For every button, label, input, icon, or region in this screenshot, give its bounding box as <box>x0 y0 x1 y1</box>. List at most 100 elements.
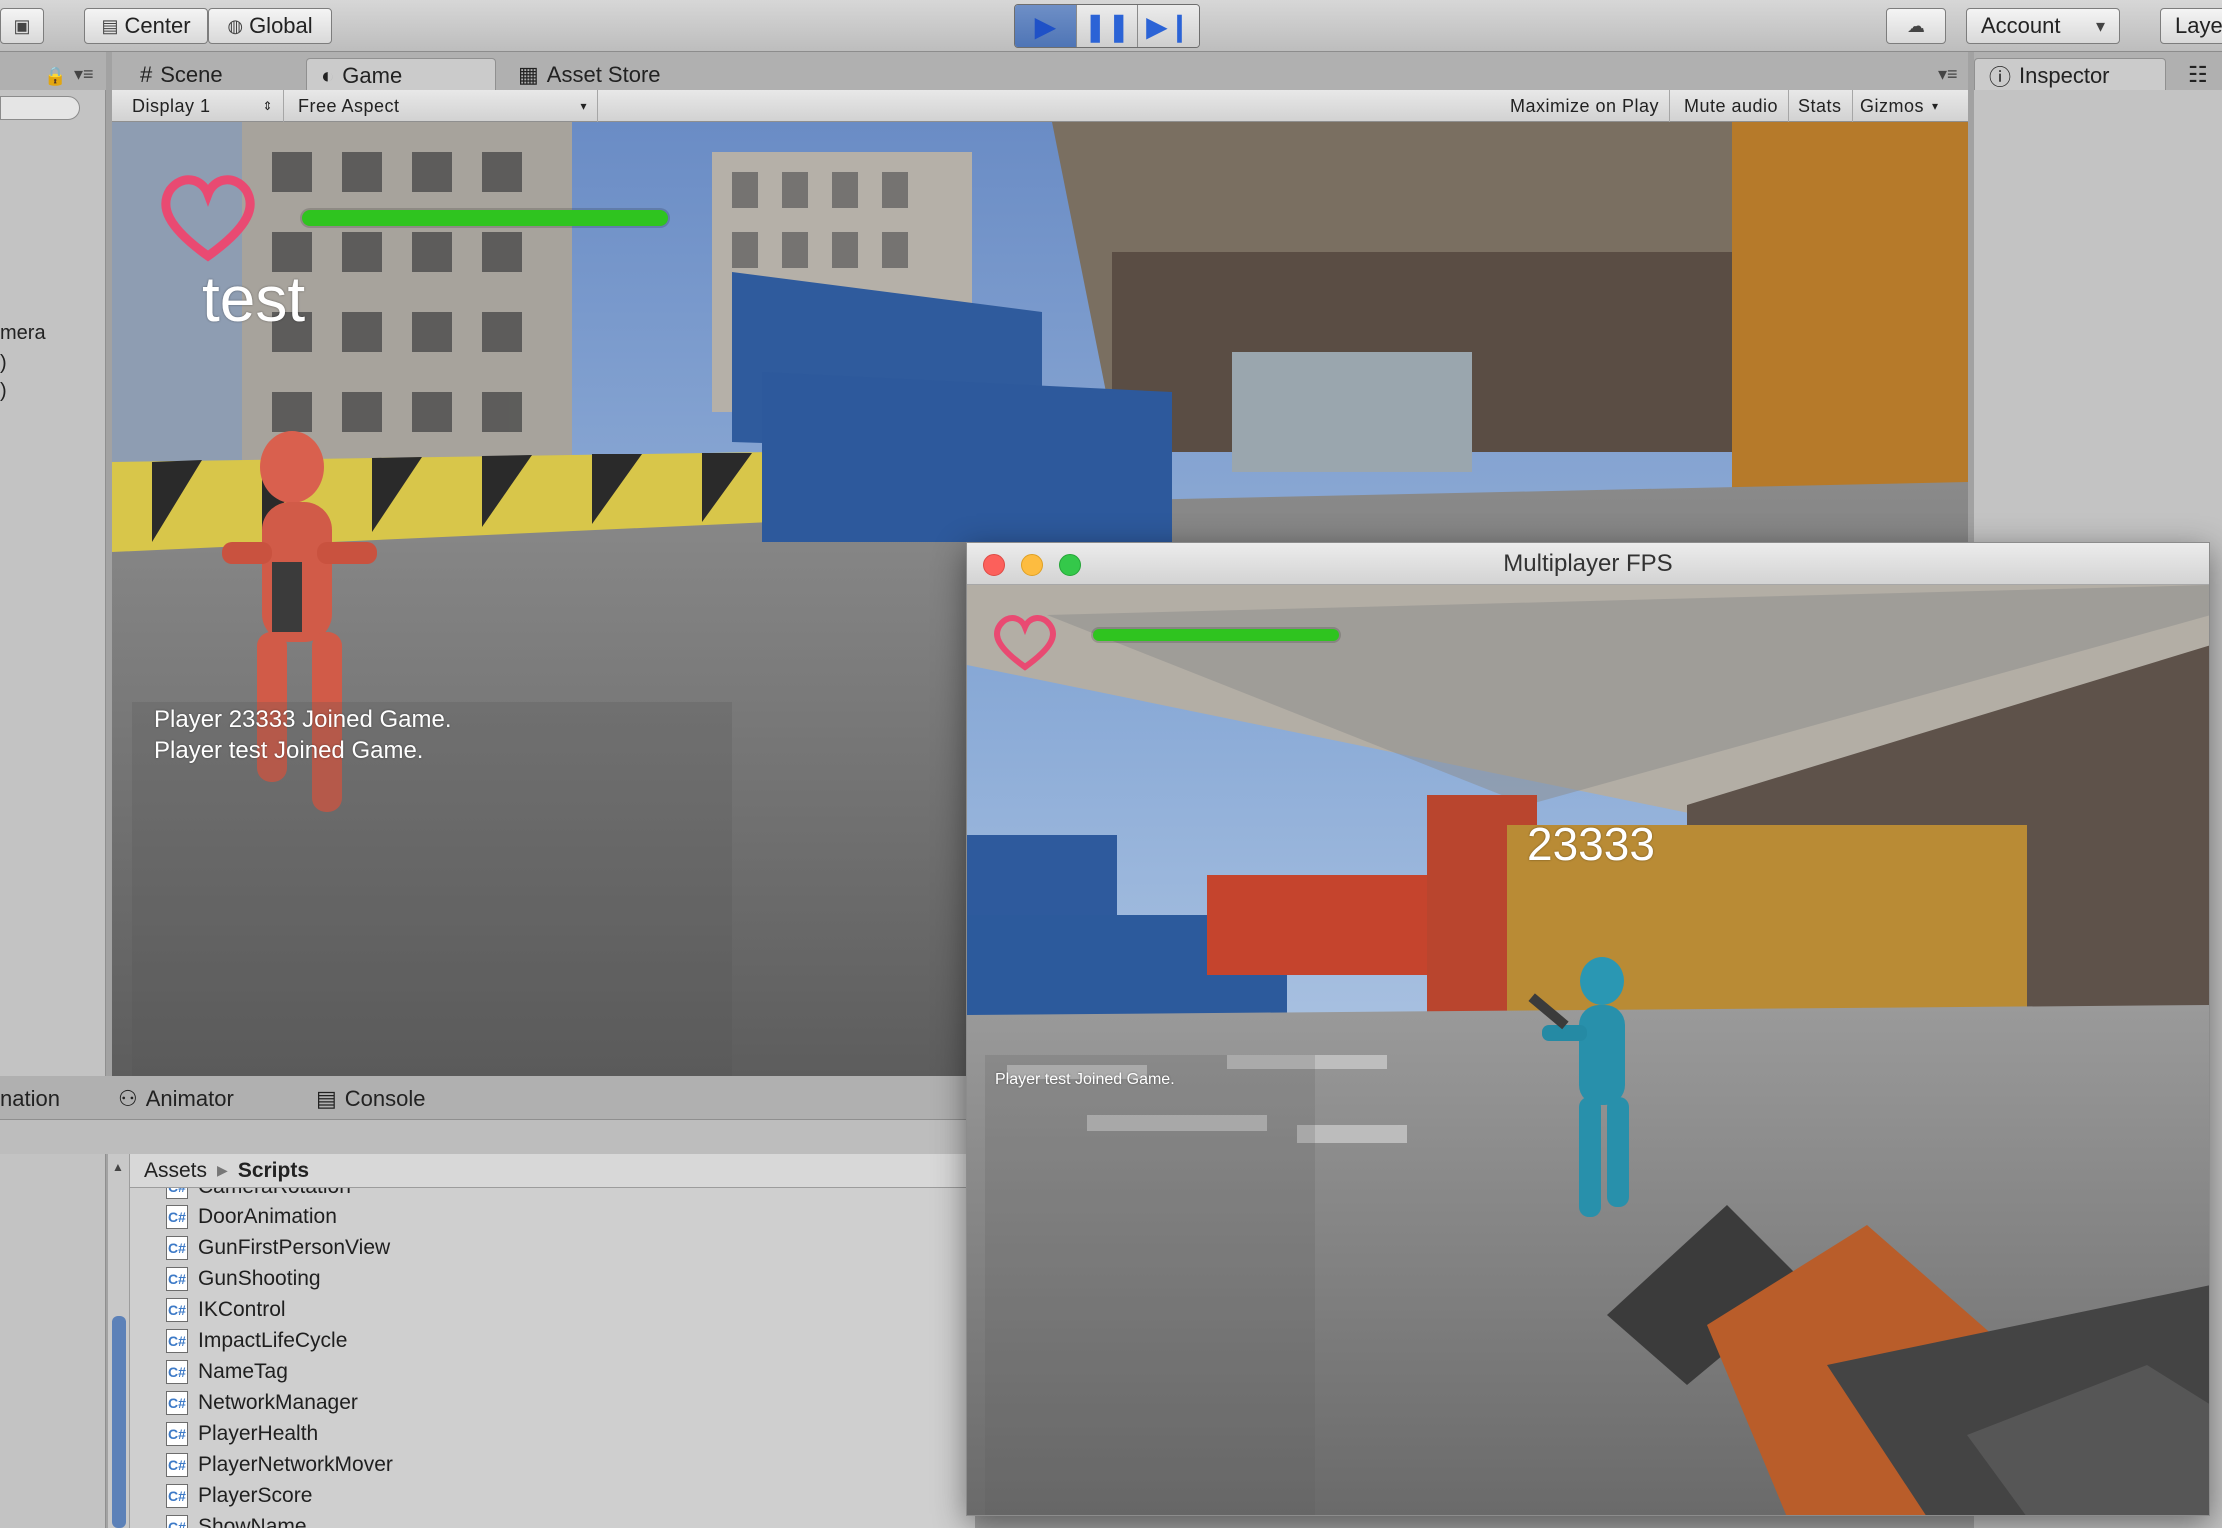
layers-label: Laye <box>2175 13 2222 38</box>
playback-controls: ▶ ❚❚ ▶❙ <box>1014 4 1200 48</box>
pivot-global-button[interactable]: ◍ Global <box>208 8 332 44</box>
animator-icon: ⚇ <box>118 1086 138 1111</box>
breadcrumb-assets[interactable]: Assets <box>144 1159 207 1183</box>
hierarchy-item[interactable]: ) <box>0 380 7 403</box>
list-item[interactable]: C# PlayerScore <box>166 1481 312 1511</box>
search-input[interactable] <box>0 96 80 120</box>
script-icon: C# <box>166 1298 188 1322</box>
layers-icon: ☷ <box>2188 62 2208 87</box>
rect-tool-button[interactable]: ▣ <box>0 8 44 44</box>
script-icon: C# <box>166 1391 188 1415</box>
health-bar <box>302 210 668 226</box>
console-icon: ▤ <box>316 1086 337 1111</box>
script-icon: C# <box>166 1267 188 1291</box>
list-item[interactable]: C# ShowName <box>166 1512 307 1528</box>
cloud-icon: ☁ <box>1907 15 1925 36</box>
list-item[interactable]: C# PlayerNetworkMover <box>166 1450 393 1480</box>
heart-icon <box>991 613 1059 671</box>
tab-asset-store-label: Asset Store <box>546 62 661 87</box>
health-bar <box>1093 629 1339 641</box>
project-folder-tree <box>0 1154 106 1528</box>
tab-layers-panel[interactable]: ☷ <box>2174 58 2222 92</box>
bottom-tabbar: nation ⚇ Animator ▤ Console <box>0 1076 975 1120</box>
hierarchy-item[interactable]: mera <box>0 322 46 345</box>
hierarchy-item[interactable]: ) <box>0 352 7 375</box>
scroll-up-icon[interactable]: ▲ <box>112 1160 124 1174</box>
center-icon: ▤ <box>101 15 119 36</box>
script-icon: C# <box>166 1205 188 1229</box>
store-icon: ▦ <box>518 62 539 87</box>
play-icon: ▶ <box>1034 10 1057 42</box>
list-item[interactable]: C# DoorAnimation <box>166 1202 337 1232</box>
tab-animator[interactable]: ⚇ Animator <box>104 1082 248 1116</box>
play-button[interactable]: ▶ <box>1015 5 1076 47</box>
player-nametag: test <box>202 263 306 335</box>
window-titlebar[interactable]: Multiplayer FPS <box>967 543 2209 585</box>
gizmos-dropdown[interactable]: Gizmos ▾ <box>1850 90 1949 122</box>
maximize-label: Maximize on Play <box>1510 95 1660 116</box>
stats-toggle[interactable]: Stats <box>1788 90 1853 122</box>
file-name: NetworkManager <box>198 1391 358 1414</box>
pivot-center-button[interactable]: ▤ Center <box>84 8 208 44</box>
mp-scene-render <box>967 585 2209 1515</box>
hierarchy-panel: mera ) ) orking <box>0 90 106 1406</box>
file-name: GunShooting <box>198 1267 321 1290</box>
aspect-label: Free Aspect <box>298 95 400 116</box>
list-item[interactable]: C# NameTag <box>166 1357 288 1387</box>
script-icon: C# <box>166 1422 188 1446</box>
chevron-right-icon: ▶ <box>217 1162 228 1178</box>
scrollbar-thumb[interactable] <box>112 1316 126 1528</box>
mute-label: Mute audio <box>1684 95 1779 116</box>
pause-button[interactable]: ❚❚ <box>1075 5 1138 47</box>
tab-animation[interactable]: nation <box>0 1082 74 1116</box>
center-label: Center <box>124 13 191 38</box>
hierarchy-tabbar: 🔒 ▾≡ <box>0 52 106 92</box>
display-dropdown[interactable]: Display 1 ⇕ <box>122 90 284 122</box>
unity-editor: ▣ ▤ Center ◍ Global ▶ ❚❚ ▶❙ ☁ Account ▾ … <box>0 0 2222 1528</box>
file-name: ImpactLifeCycle <box>198 1329 348 1352</box>
file-list: C# CameraRotation C# DoorAnimation C# GunFi… <box>130 1188 975 1528</box>
tab-scene[interactable]: # Scene <box>126 58 237 92</box>
script-icon: C# <box>166 1515 188 1528</box>
rect-tool-icon: ▣ <box>13 15 31 36</box>
tab-game[interactable]: ◐ Game <box>306 58 496 92</box>
mp-game-view[interactable]: 23333 Player test Joined Game. <box>967 585 2209 1515</box>
chevron-down-icon: ▾ <box>580 99 587 113</box>
file-name: CameraRotation <box>198 1188 351 1199</box>
chevron-updown-icon: ⇕ <box>262 99 273 113</box>
global-label: Global <box>249 13 313 38</box>
tab-scene-label: Scene <box>160 62 223 87</box>
account-label: Account <box>1981 13 2061 38</box>
breadcrumb-scripts[interactable]: Scripts <box>238 1159 309 1183</box>
tab-inspector[interactable]: ⓘ Inspector <box>1974 58 2166 92</box>
list-item[interactable]: C# PlayerHealth <box>166 1419 318 1449</box>
maximize-on-play-toggle[interactable]: Maximize on Play <box>1500 90 1671 122</box>
panel-menu-icon[interactable]: ▾≡ <box>1938 64 1958 85</box>
panel-menu-icon[interactable]: ▾≡ <box>74 64 94 85</box>
tab-console[interactable]: ▤ Console <box>302 1082 440 1116</box>
list-item[interactable]: C# GunFirstPersonView <box>166 1233 390 1263</box>
main-toolbar: ▣ ▤ Center ◍ Global ▶ ❚❚ ▶❙ ☁ Account ▾ … <box>0 0 2222 52</box>
lock-icon[interactable]: 🔒 <box>44 66 66 87</box>
step-icon: ▶❙ <box>1146 10 1192 42</box>
file-name: PlayerNetworkMover <box>198 1453 393 1476</box>
aspect-dropdown[interactable]: Free Aspect ▾ <box>288 90 598 122</box>
tab-asset-store[interactable]: ▦ Asset Store <box>504 58 675 92</box>
tab-game-label: Game <box>342 62 403 88</box>
script-icon: C# <box>166 1453 188 1477</box>
mute-audio-toggle[interactable]: Mute audio <box>1674 90 1790 122</box>
script-icon: C# <box>166 1484 188 1508</box>
layers-dropdown[interactable]: Laye <box>2160 8 2222 44</box>
list-item[interactable]: C# ImpactLifeCycle <box>166 1326 347 1356</box>
step-button[interactable]: ▶❙ <box>1137 5 1199 47</box>
list-item[interactable]: C# CameraRotation <box>166 1188 351 1202</box>
join-message: Player test Joined Game. <box>154 737 424 764</box>
cloud-button[interactable]: ☁ <box>1886 8 1946 44</box>
list-item[interactable]: C# IKControl <box>166 1295 286 1325</box>
account-dropdown[interactable]: Account ▾ <box>1966 8 2120 44</box>
file-name: IKControl <box>198 1298 286 1321</box>
grid-icon: # <box>140 62 153 87</box>
project-toolbar <box>0 1120 975 1154</box>
list-item[interactable]: C# NetworkManager <box>166 1388 358 1418</box>
list-item[interactable]: C# GunShooting <box>166 1264 321 1294</box>
